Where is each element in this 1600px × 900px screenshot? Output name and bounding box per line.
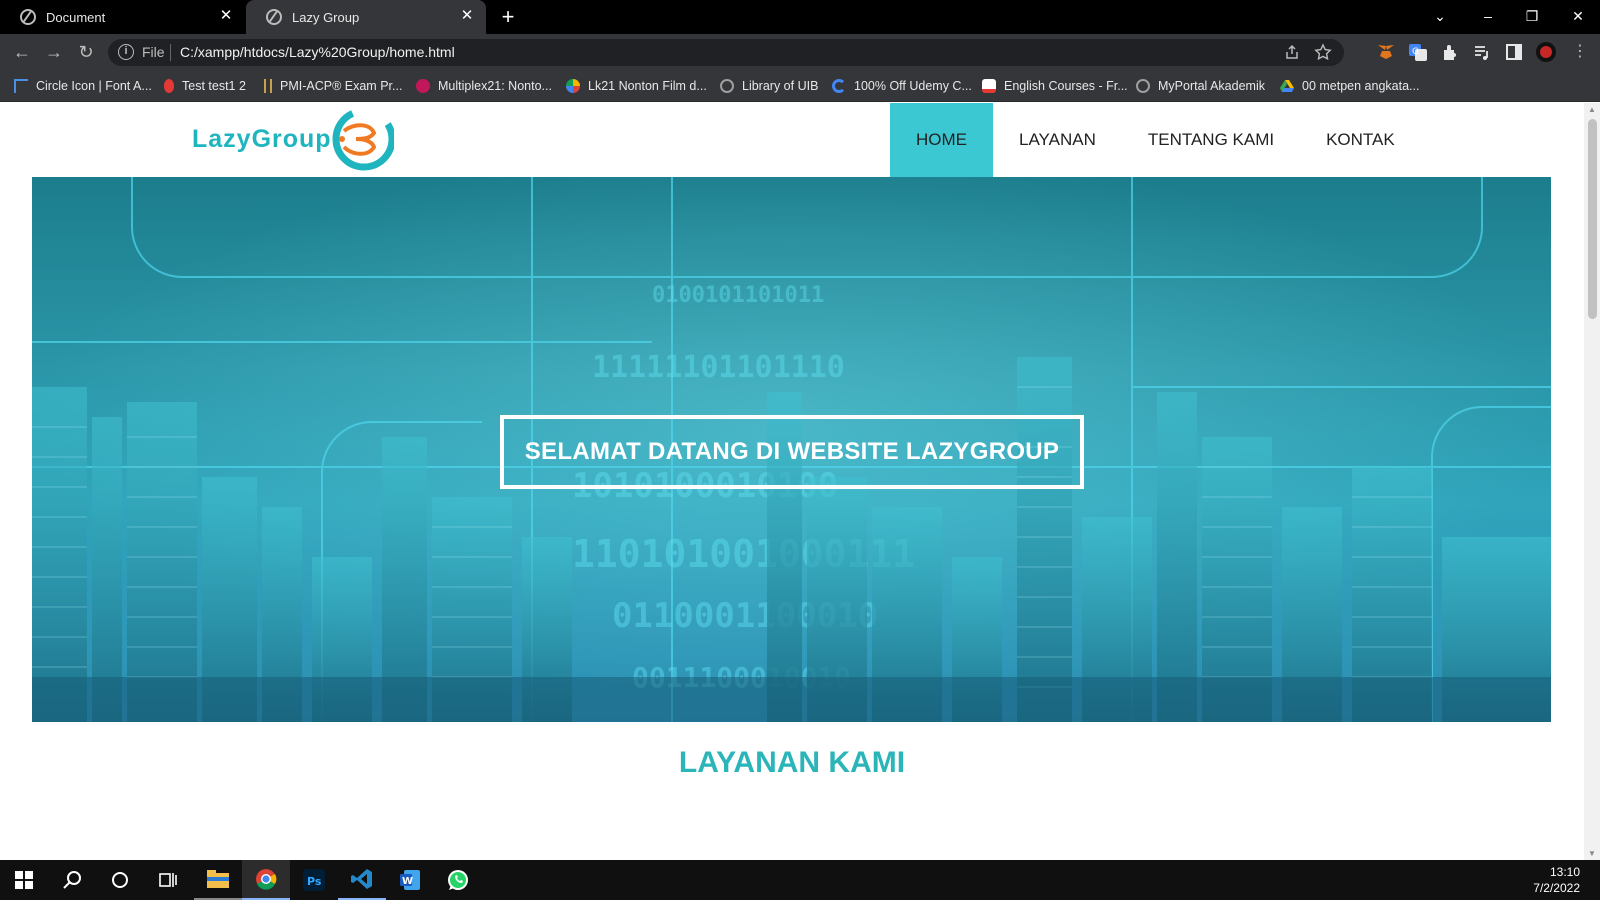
bookmark-item[interactable]: MyPortal Akademik <box>1136 76 1265 96</box>
globe-icon <box>720 79 734 93</box>
close-tab-icon[interactable]: ✕ <box>219 8 233 23</box>
photoshop-icon[interactable]: Ps <box>290 860 338 900</box>
windows-taskbar: Ps W 13:10 7/2/2022 <box>0 860 1600 900</box>
reading-list-icon[interactable] <box>1472 42 1492 62</box>
nav-layanan[interactable]: LAYANAN <box>993 103 1122 177</box>
g-icon <box>832 79 846 93</box>
menu-icon[interactable]: ⋮ <box>1568 40 1592 64</box>
metamask-icon[interactable] <box>1376 42 1396 62</box>
reload-icon[interactable]: ↻ <box>74 40 98 64</box>
search-icon[interactable] <box>48 860 96 900</box>
logo-mark <box>332 107 394 171</box>
word-icon[interactable]: W <box>386 860 434 900</box>
flag-icon <box>14 79 28 93</box>
hero-title-box: SELAMAT DATANG DI WEBSITE LAZYGROUP <box>500 415 1084 489</box>
bookmark-label: Library of UIB <box>742 79 819 93</box>
globe-icon <box>266 9 282 25</box>
bookmark-star-icon[interactable] <box>1314 43 1332 61</box>
bookmark-item[interactable]: 100% Off Udemy C... <box>832 76 972 96</box>
close-window-button[interactable]: ✕ <box>1564 4 1592 28</box>
bookmark-item[interactable]: Lk21 Nonton Film d... <box>566 76 707 96</box>
bookmark-item[interactable]: Test test1 2 <box>164 76 246 96</box>
drive-icon <box>1280 80 1294 92</box>
cortana-icon[interactable] <box>96 860 144 900</box>
info-icon[interactable]: i <box>118 44 134 60</box>
bookmark-label: MyPortal Akademik <box>1158 79 1265 93</box>
hero-banner: 0100101101011 11111101101110 10101000101… <box>32 177 1551 722</box>
svg-text:11111101101110: 11111101101110 <box>592 350 845 385</box>
section-title: LAYANAN KAMI <box>678 746 906 779</box>
tab-search-icon[interactable]: ⌄ <box>1426 4 1454 28</box>
bookmark-label: PMI-ACP® Exam Pr... <box>280 79 403 93</box>
scroll-up-icon[interactable]: ▲ <box>1587 105 1597 114</box>
system-clock[interactable]: 13:10 7/2/2022 <box>1533 864 1580 896</box>
tab-document[interactable]: Document ✕ <box>0 0 245 34</box>
web-page: LazyGroup HOME LAYANAN TENTANG KAMI KONT… <box>0 103 1584 860</box>
multicolor-icon <box>566 79 580 93</box>
bookmark-label: Test test1 2 <box>182 79 246 93</box>
svg-text:W: W <box>402 876 413 887</box>
forward-icon[interactable]: → <box>42 40 66 64</box>
globe-icon <box>1136 79 1150 93</box>
new-tab-button[interactable]: + <box>496 6 520 30</box>
tab-lazy-group[interactable]: Lazy Group ✕ <box>246 0 486 34</box>
bookmark-item[interactable]: 00 metpen angkata... <box>1280 76 1419 96</box>
share-icon[interactable] <box>1284 44 1300 60</box>
bookmark-item[interactable]: PMI-ACP® Exam Pr... <box>264 76 402 96</box>
svg-text:0100101101011: 0100101101011 <box>652 283 824 308</box>
browser-toolbar: ← → ↻ i File C:/xampp/htdocs/Lazy%20Grou… <box>0 34 1600 70</box>
close-tab-icon[interactable]: ✕ <box>460 8 474 23</box>
bookmark-item[interactable]: Circle Icon | Font A... <box>14 76 152 96</box>
chrome-icon[interactable] <box>242 860 290 900</box>
file-explorer-icon[interactable] <box>194 860 242 900</box>
browser-tab-bar: Document ✕ Lazy Group ✕ + ⌄ – ❐ ✕ <box>0 0 1600 34</box>
bookmark-label: Circle Icon | Font A... <box>36 79 152 93</box>
restore-button[interactable]: ❐ <box>1518 4 1546 28</box>
clock-date: 7/2/2022 <box>1533 881 1580 895</box>
translate-icon[interactable]: G <box>1408 42 1428 62</box>
nav-kontak[interactable]: KONTAK <box>1300 103 1421 177</box>
scroll-down-icon[interactable]: ▼ <box>1587 849 1597 858</box>
side-panel-icon[interactable] <box>1504 42 1524 62</box>
scheme-label: File <box>142 44 165 60</box>
clock-time: 13:10 <box>1549 865 1580 879</box>
vscode-icon[interactable] <box>338 860 386 900</box>
site-logo[interactable]: LazyGroup <box>190 105 410 173</box>
tab-title: Document <box>46 9 106 25</box>
bookmark-item[interactable]: Multiplex21: Nonto... <box>416 76 552 96</box>
pin-icon <box>164 79 174 93</box>
bookmark-label: 00 metpen angkata... <box>1302 79 1420 93</box>
bookmark-label: English Courses - Fr... <box>1004 79 1128 93</box>
url-text[interactable]: C:/xampp/htdocs/Lazy%20Group/home.html <box>180 44 455 60</box>
minimize-button[interactable]: – <box>1474 4 1502 28</box>
globe-icon <box>20 9 36 25</box>
task-view-icon[interactable] <box>144 860 192 900</box>
logo-text: LazyGroup <box>192 125 332 153</box>
bookmarks-bar: Circle Icon | Font A... Test test1 2 PMI… <box>0 70 1600 102</box>
whatsapp-icon[interactable] <box>434 860 482 900</box>
svg-text:G: G <box>1412 47 1419 57</box>
divider <box>170 44 171 61</box>
extensions-icon[interactable] <box>1440 42 1460 62</box>
bookmark-item[interactable]: Library of UIB <box>720 76 818 96</box>
back-icon[interactable]: ← <box>10 40 34 64</box>
address-bar[interactable]: i File C:/xampp/htdocs/Lazy%20Group/home… <box>108 39 1344 66</box>
hero-title: SELAMAT DATANG DI WEBSITE LAZYGROUP <box>524 438 1060 465</box>
page-scrollbar[interactable]: ▲ ▼ <box>1584 103 1600 860</box>
nav-tentang-kami[interactable]: TENTANG KAMI <box>1122 103 1300 177</box>
bookmark-label: Multiplex21: Nonto... <box>438 79 552 93</box>
bookmark-item[interactable]: English Courses - Fr... <box>982 76 1128 96</box>
tab-title: Lazy Group <box>292 9 360 25</box>
scrollbar-thumb[interactable] <box>1588 119 1597 319</box>
ladder-icon <box>264 79 272 93</box>
windows-start-icon[interactable] <box>0 860 48 900</box>
svg-text:Ps: Ps <box>307 875 322 888</box>
nav-home[interactable]: HOME <box>890 103 993 177</box>
m21-icon <box>416 79 430 93</box>
profile-avatar[interactable] <box>1536 42 1556 62</box>
alison-icon <box>982 79 996 93</box>
main-nav: HOME LAYANAN TENTANG KAMI KONTAK <box>890 103 1421 177</box>
bookmark-label: Lk21 Nonton Film d... <box>588 79 707 93</box>
bookmark-label: 100% Off Udemy C... <box>854 79 972 93</box>
